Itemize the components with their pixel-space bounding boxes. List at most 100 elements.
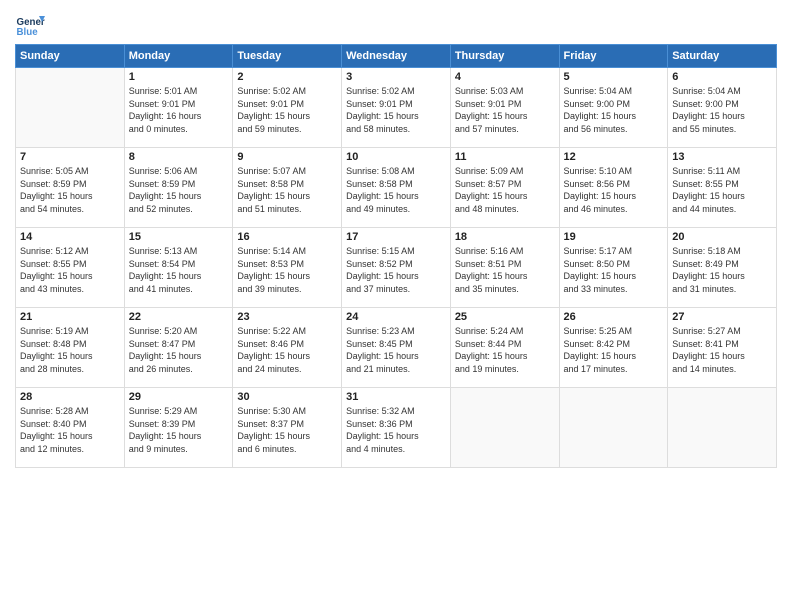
calendar-cell [559, 388, 668, 468]
day-number: 31 [346, 391, 446, 403]
calendar-cell: 14 Sunrise: 5:12 AM Sunset: 8:55 PM Dayli… [16, 228, 125, 308]
day-number: 24 [346, 311, 446, 323]
logo: General Blue [15, 10, 45, 40]
day-info: Sunrise: 5:11 AM Sunset: 8:55 PM Dayligh… [672, 165, 772, 215]
day-number: 17 [346, 231, 446, 243]
day-info: Sunrise: 5:10 AM Sunset: 8:56 PM Dayligh… [564, 165, 664, 215]
weekday-header-tuesday: Tuesday [233, 45, 342, 68]
calendar-cell: 12 Sunrise: 5:10 AM Sunset: 8:56 PM Dayli… [559, 148, 668, 228]
weekday-header-friday: Friday [559, 45, 668, 68]
day-info: Sunrise: 5:05 AM Sunset: 8:59 PM Dayligh… [20, 165, 120, 215]
calendar-cell: 21 Sunrise: 5:19 AM Sunset: 8:48 PM Dayli… [16, 308, 125, 388]
calendar-cell: 18Sunrise: 5:16 AM Sunset: 8:51 PM Dayli… [450, 228, 559, 308]
day-number: 7 [20, 151, 120, 163]
calendar-cell: 7 Sunrise: 5:05 AM Sunset: 8:59 PM Daylig… [16, 148, 125, 228]
day-info: Sunrise: 5:07 AM Sunset: 8:58 PM Dayligh… [237, 165, 337, 215]
calendar-week-row: 28 Sunrise: 5:28 AM Sunset: 8:40 PM Dayli… [16, 388, 777, 468]
calendar-cell: 26 Sunrise: 5:25 AM Sunset: 8:42 PM Dayli… [559, 308, 668, 388]
day-info: Sunrise: 5:06 AM Sunset: 8:59 PM Dayligh… [129, 165, 229, 215]
calendar-cell: 25Sunrise: 5:24 AM Sunset: 8:44 PM Dayli… [450, 308, 559, 388]
calendar-cell: 31 Sunrise: 5:32 AM Sunset: 8:36 PM Dayli… [342, 388, 451, 468]
calendar-page: General Blue SundayMondayTuesdayWednesda… [0, 0, 792, 612]
day-number: 26 [564, 311, 664, 323]
weekday-header-monday: Monday [124, 45, 233, 68]
day-number: 23 [237, 311, 337, 323]
calendar-week-row: 21 Sunrise: 5:19 AM Sunset: 8:48 PM Dayli… [16, 308, 777, 388]
day-info: Sunrise: 5:13 AM Sunset: 8:54 PM Dayligh… [129, 245, 229, 295]
day-number: 6 [672, 71, 772, 83]
calendar-cell: 11 Sunrise: 5:09 AM Sunset: 8:57 PM Dayli… [450, 148, 559, 228]
day-info: Sunrise: 5:12 AM Sunset: 8:55 PM Dayligh… [20, 245, 120, 295]
header: General Blue [15, 10, 777, 40]
logo-icon: General Blue [15, 10, 45, 40]
calendar-cell: 13Sunrise: 5:11 AM Sunset: 8:55 PM Dayli… [668, 148, 777, 228]
day-info: Sunrise: 5:32 AM Sunset: 8:36 PM Dayligh… [346, 405, 446, 455]
day-number: 14 [20, 231, 120, 243]
calendar-cell: 30 Sunrise: 5:30 AM Sunset: 8:37 PM Dayli… [233, 388, 342, 468]
day-number: 8 [129, 151, 229, 163]
calendar-cell [16, 68, 125, 148]
day-info: Sunrise: 5:03 AM Sunset: 9:01 PM Dayligh… [455, 85, 555, 135]
day-info: Sunrise: 5:16 AM Sunset: 8:51 PM Dayligh… [455, 245, 555, 295]
calendar-week-row: 14 Sunrise: 5:12 AM Sunset: 8:55 PM Dayli… [16, 228, 777, 308]
day-number: 2 [237, 71, 337, 83]
day-number: 20 [672, 231, 772, 243]
day-info: Sunrise: 5:23 AM Sunset: 8:45 PM Dayligh… [346, 325, 446, 375]
day-info: Sunrise: 5:09 AM Sunset: 8:57 PM Dayligh… [455, 165, 555, 215]
day-info: Sunrise: 5:28 AM Sunset: 8:40 PM Dayligh… [20, 405, 120, 455]
day-info: Sunrise: 5:27 AM Sunset: 8:41 PM Dayligh… [672, 325, 772, 375]
day-number: 12 [564, 151, 664, 163]
calendar-cell: 3Sunrise: 5:02 AM Sunset: 9:01 PM Daylig… [342, 68, 451, 148]
day-info: Sunrise: 5:25 AM Sunset: 8:42 PM Dayligh… [564, 325, 664, 375]
svg-text:Blue: Blue [17, 27, 39, 38]
calendar-cell: 16Sunrise: 5:14 AM Sunset: 8:53 PM Dayli… [233, 228, 342, 308]
calendar-cell: 24 Sunrise: 5:23 AM Sunset: 8:45 PM Dayli… [342, 308, 451, 388]
day-info: Sunrise: 5:18 AM Sunset: 8:49 PM Dayligh… [672, 245, 772, 295]
day-number: 21 [20, 311, 120, 323]
day-info: Sunrise: 5:30 AM Sunset: 8:37 PM Dayligh… [237, 405, 337, 455]
calendar-cell: 1 Sunrise: 5:01 AM Sunset: 9:01 PM Daylig… [124, 68, 233, 148]
calendar-cell: 28 Sunrise: 5:28 AM Sunset: 8:40 PM Dayli… [16, 388, 125, 468]
calendar-cell: 15 Sunrise: 5:13 AM Sunset: 8:54 PM Dayli… [124, 228, 233, 308]
day-info: Sunrise: 5:15 AM Sunset: 8:52 PM Dayligh… [346, 245, 446, 295]
day-number: 1 [129, 71, 229, 83]
day-info: Sunrise: 5:19 AM Sunset: 8:48 PM Dayligh… [20, 325, 120, 375]
calendar-cell: 2 Sunrise: 5:02 AM Sunset: 9:01 PM Daylig… [233, 68, 342, 148]
calendar-table: SundayMondayTuesdayWednesdayThursdayFrid… [15, 44, 777, 468]
weekday-header-sunday: Sunday [16, 45, 125, 68]
calendar-week-row: 1 Sunrise: 5:01 AM Sunset: 9:01 PM Daylig… [16, 68, 777, 148]
calendar-cell [668, 388, 777, 468]
day-info: Sunrise: 5:22 AM Sunset: 8:46 PM Dayligh… [237, 325, 337, 375]
calendar-cell: 27 Sunrise: 5:27 AM Sunset: 8:41 PM Dayli… [668, 308, 777, 388]
day-info: Sunrise: 5:29 AM Sunset: 8:39 PM Dayligh… [129, 405, 229, 455]
calendar-cell: 23 Sunrise: 5:22 AM Sunset: 8:46 PM Dayli… [233, 308, 342, 388]
calendar-cell: 22Sunrise: 5:20 AM Sunset: 8:47 PM Dayli… [124, 308, 233, 388]
day-number: 3 [346, 71, 446, 83]
day-number: 4 [455, 71, 555, 83]
day-number: 19 [564, 231, 664, 243]
calendar-cell: 5Sunrise: 5:04 AM Sunset: 9:00 PM Daylig… [559, 68, 668, 148]
calendar-cell: 10Sunrise: 5:08 AM Sunset: 8:58 PM Dayli… [342, 148, 451, 228]
day-number: 16 [237, 231, 337, 243]
day-number: 9 [237, 151, 337, 163]
calendar-cell: 19 Sunrise: 5:17 AM Sunset: 8:50 PM Dayli… [559, 228, 668, 308]
day-info: Sunrise: 5:01 AM Sunset: 9:01 PM Dayligh… [129, 85, 229, 135]
weekday-header-row: SundayMondayTuesdayWednesdayThursdayFrid… [16, 45, 777, 68]
day-number: 5 [564, 71, 664, 83]
weekday-header-saturday: Saturday [668, 45, 777, 68]
day-number: 27 [672, 311, 772, 323]
day-number: 29 [129, 391, 229, 403]
day-info: Sunrise: 5:08 AM Sunset: 8:58 PM Dayligh… [346, 165, 446, 215]
calendar-cell: 29 Sunrise: 5:29 AM Sunset: 8:39 PM Dayli… [124, 388, 233, 468]
day-number: 15 [129, 231, 229, 243]
day-info: Sunrise: 5:24 AM Sunset: 8:44 PM Dayligh… [455, 325, 555, 375]
calendar-cell [450, 388, 559, 468]
day-number: 28 [20, 391, 120, 403]
day-number: 30 [237, 391, 337, 403]
day-info: Sunrise: 5:02 AM Sunset: 9:01 PM Dayligh… [237, 85, 337, 135]
day-info: Sunrise: 5:17 AM Sunset: 8:50 PM Dayligh… [564, 245, 664, 295]
weekday-header-wednesday: Wednesday [342, 45, 451, 68]
day-info: Sunrise: 5:04 AM Sunset: 9:00 PM Dayligh… [672, 85, 772, 135]
calendar-cell: 9 Sunrise: 5:07 AM Sunset: 8:58 PM Daylig… [233, 148, 342, 228]
day-number: 11 [455, 151, 555, 163]
